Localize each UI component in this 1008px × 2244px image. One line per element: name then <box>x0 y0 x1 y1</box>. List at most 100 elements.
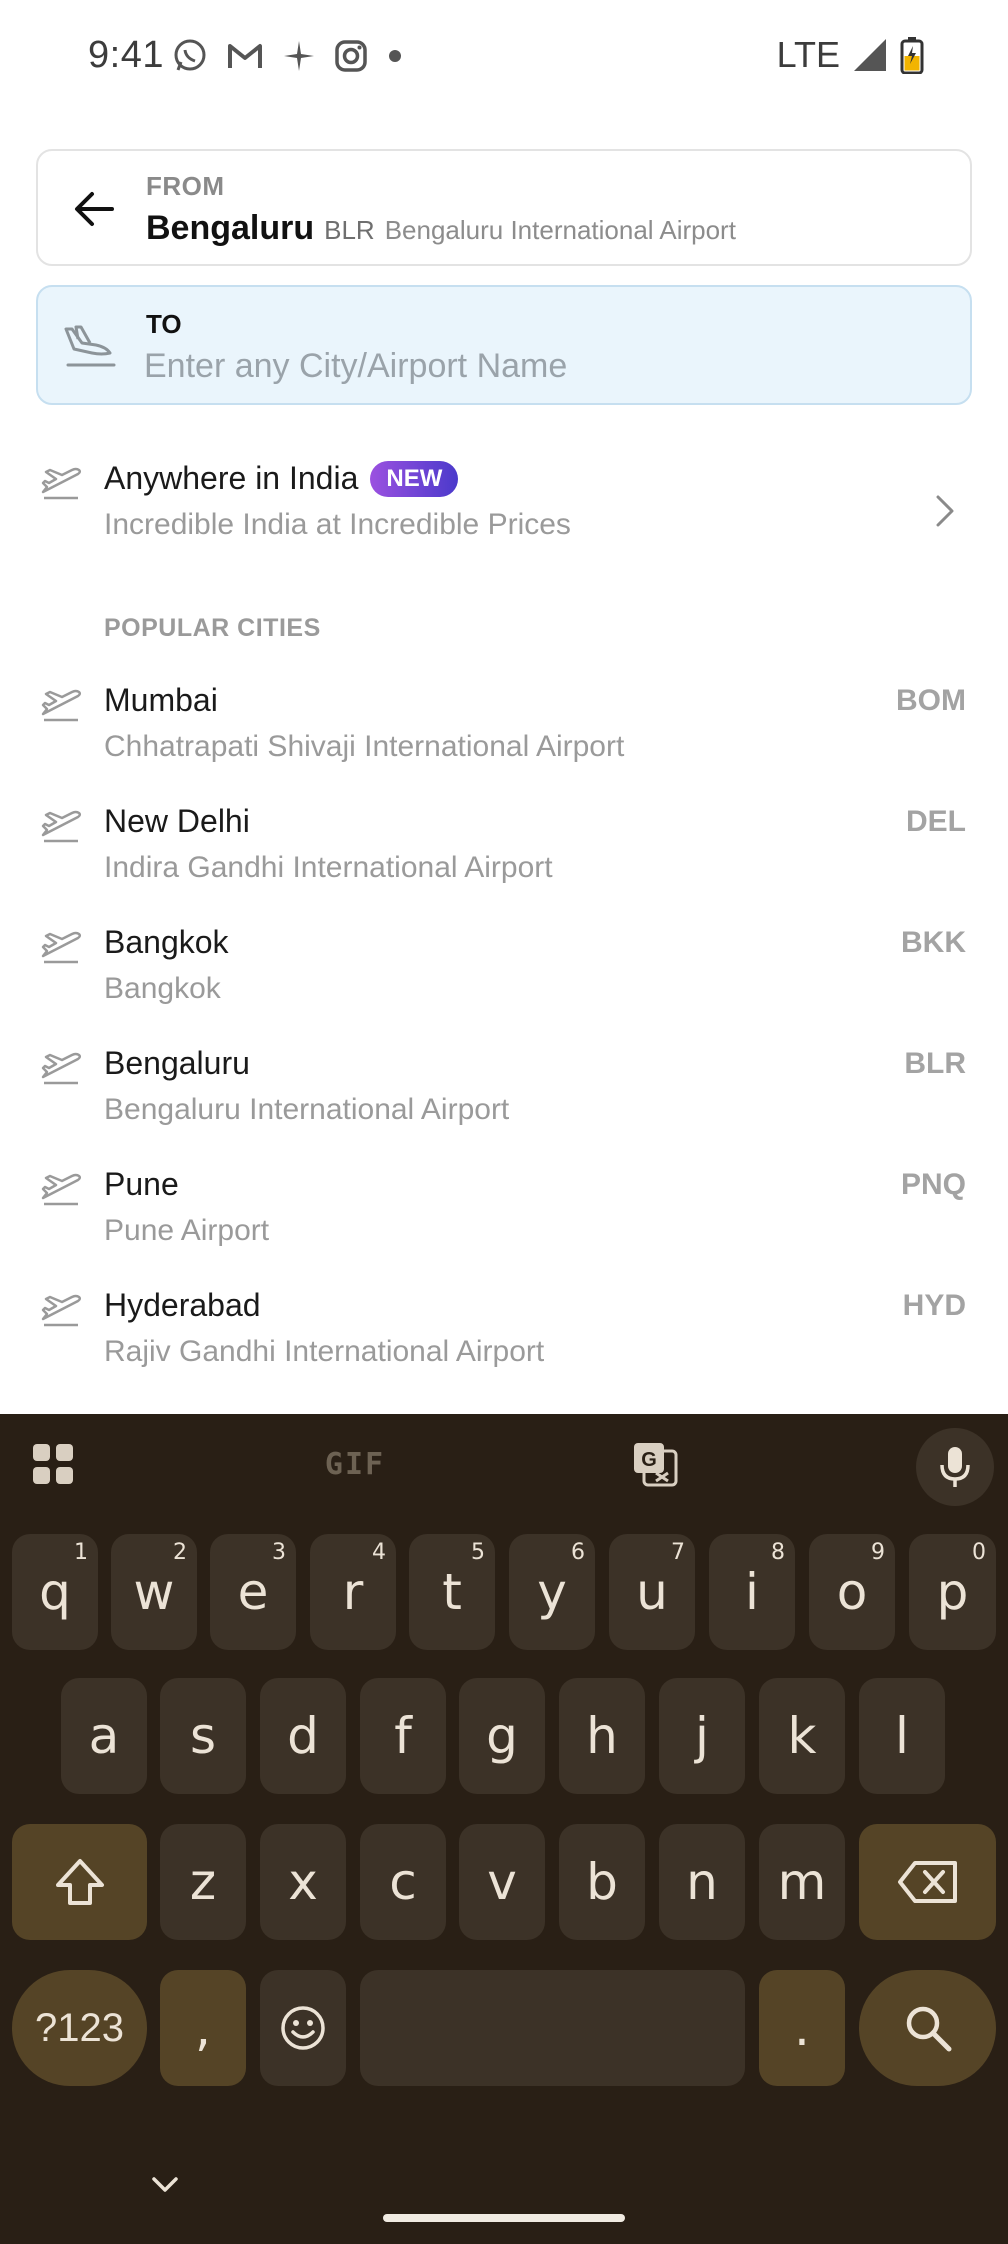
svg-text:G: G <box>641 1449 657 1471</box>
from-airport: Bengaluru International Airport <box>384 215 736 245</box>
city-row[interactable]: Pune Pune Airport PNQ <box>0 1166 1008 1276</box>
dot-icon <box>389 50 401 62</box>
translate-icon: G <box>634 1443 678 1487</box>
key-hint: 5 <box>471 1540 485 1565</box>
key-y[interactable]: y6 <box>509 1534 595 1650</box>
key-m[interactable]: m <box>759 1824 845 1940</box>
network-type: LTE <box>776 34 840 75</box>
key-l[interactable]: l <box>859 1678 945 1794</box>
key-hint: 0 <box>972 1540 986 1565</box>
key-label: u <box>636 1563 668 1621</box>
to-label: TO <box>146 309 182 339</box>
from-field[interactable]: FROM Bengaluru BLR Bengaluru Internation… <box>36 149 972 266</box>
city-name: Mumbai <box>104 682 218 718</box>
key-e[interactable]: e3 <box>210 1534 296 1650</box>
arrow-left-icon <box>75 192 114 226</box>
key-q[interactable]: q1 <box>12 1534 98 1650</box>
key-z[interactable]: z <box>160 1824 246 1940</box>
city-code: BKK <box>901 926 966 959</box>
city-name: Hyderabad <box>104 1287 261 1323</box>
key-hint: 9 <box>871 1540 885 1565</box>
from-city: Bengaluru <box>146 209 315 247</box>
notification-icons <box>172 38 404 74</box>
key-x[interactable]: x <box>260 1824 346 1940</box>
key-u[interactable]: u7 <box>609 1534 695 1650</box>
key-label: w <box>133 1563 175 1621</box>
destination-search-input[interactable] <box>144 343 944 389</box>
city-airport: Bangkok <box>104 972 221 1005</box>
key-f[interactable]: f <box>360 1678 446 1794</box>
voice-input-button[interactable] <box>916 1428 994 1506</box>
comma-key[interactable]: , <box>160 1970 246 2086</box>
city-row[interactable]: Mumbai Chhatrapati Shivaji International… <box>0 682 1008 792</box>
hide-keyboard-chevron-icon[interactable] <box>150 2174 180 2196</box>
gif-label: GIF <box>324 1446 386 1482</box>
key-h[interactable]: h <box>559 1678 645 1794</box>
city-row[interactable]: Hyderabad Rajiv Gandhi International Air… <box>0 1287 1008 1397</box>
gif-button[interactable]: GIF <box>310 1414 400 1514</box>
key-hint: 4 <box>372 1540 386 1565</box>
emoji-key[interactable] <box>260 1970 346 2086</box>
key-label: y <box>537 1563 567 1621</box>
space-key[interactable] <box>360 1970 745 2086</box>
from-label: FROM <box>146 171 225 201</box>
key-label: r <box>342 1563 364 1621</box>
city-name: Pune <box>104 1166 179 1202</box>
city-code: DEL <box>906 805 966 838</box>
city-airport: Pune Airport <box>104 1214 270 1247</box>
city-code: BLR <box>904 1047 966 1080</box>
anywhere-in-india-option[interactable]: Anywhere in India NEW Incredible India a… <box>0 460 1008 570</box>
key-k[interactable]: k <box>759 1678 845 1794</box>
apps-grid-button[interactable] <box>20 1414 86 1514</box>
grid-icon <box>33 1444 73 1484</box>
plane-icon <box>41 1052 82 1085</box>
key-o[interactable]: o9 <box>809 1534 895 1650</box>
symbols-key[interactable]: ?123 <box>12 1970 147 2086</box>
chevron-right-icon <box>936 495 954 527</box>
status-right: LTE <box>777 34 924 76</box>
key-n[interactable]: n <box>659 1824 745 1940</box>
city-row[interactable]: New Delhi Indira Gandhi International Ai… <box>0 803 1008 913</box>
key-j[interactable]: j <box>659 1678 745 1794</box>
backspace-key[interactable] <box>859 1824 996 1940</box>
key-i[interactable]: i8 <box>709 1534 795 1650</box>
back-button[interactable] <box>66 181 122 237</box>
key-label: e <box>237 1563 269 1621</box>
to-field[interactable]: TO <box>36 285 972 405</box>
shift-key[interactable] <box>12 1824 147 1940</box>
plane-icon <box>41 810 82 843</box>
key-v[interactable]: v <box>459 1824 545 1940</box>
signal-icon <box>854 39 886 71</box>
translate-button[interactable]: G <box>620 1414 690 1514</box>
anywhere-subtitle: Incredible India at Incredible Prices <box>104 508 571 541</box>
key-hint: 2 <box>173 1540 187 1565</box>
key-t[interactable]: t5 <box>409 1534 495 1650</box>
key-w[interactable]: w2 <box>111 1534 197 1650</box>
home-indicator[interactable] <box>383 2214 625 2222</box>
city-code: PNQ <box>900 1168 966 1201</box>
key-g[interactable]: g <box>459 1678 545 1794</box>
pinwheel-icon <box>284 41 314 71</box>
city-row[interactable]: Bangkok Bangkok BKK <box>0 924 1008 1034</box>
key-c[interactable]: c <box>360 1824 446 1940</box>
anywhere-title-line: Anywhere in India NEW <box>104 460 459 497</box>
key-hint: 8 <box>771 1540 785 1565</box>
backspace-icon <box>897 1861 957 1903</box>
key-label: t <box>442 1563 462 1621</box>
key-r[interactable]: r4 <box>310 1534 396 1650</box>
status-time: 9:41 <box>88 34 164 76</box>
plane-landing-icon <box>64 325 116 367</box>
whatsapp-icon <box>174 39 206 71</box>
key-b[interactable]: b <box>559 1824 645 1940</box>
period-key[interactable]: . <box>759 1970 845 2086</box>
key-d[interactable]: d <box>260 1678 346 1794</box>
city-name: Bengaluru <box>104 1045 250 1081</box>
battery-charging-icon <box>900 37 924 74</box>
key-s[interactable]: s <box>160 1678 246 1794</box>
key-a[interactable]: a <box>61 1678 147 1794</box>
key-p[interactable]: p0 <box>909 1534 996 1650</box>
city-code: HYD <box>902 1289 966 1322</box>
city-row[interactable]: Bengaluru Bengaluru International Airpor… <box>0 1045 1008 1155</box>
emoji-icon <box>281 2006 325 2050</box>
search-key[interactable] <box>859 1970 996 2086</box>
